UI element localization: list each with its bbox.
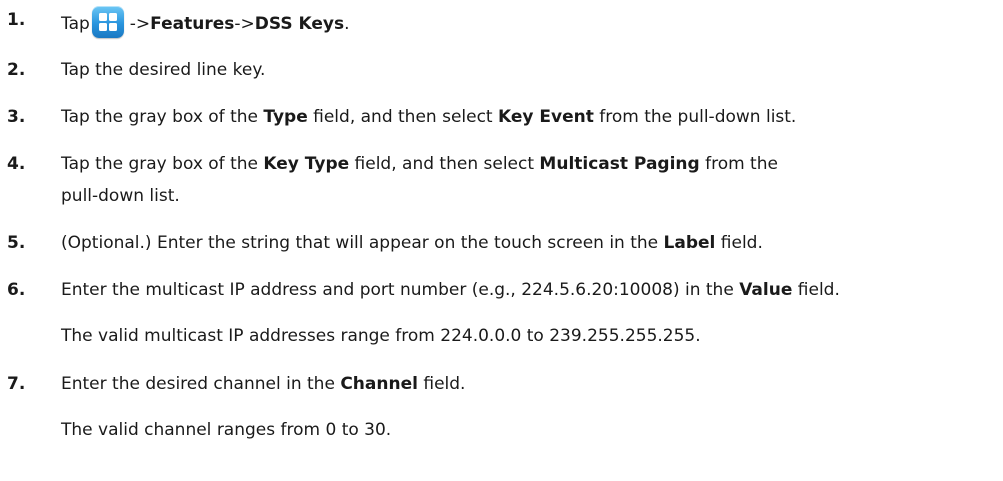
step-text-part: field.	[792, 280, 840, 300]
step-text-part: .	[344, 14, 350, 34]
step-text-part: field.	[715, 233, 763, 253]
field-key-type: Key Type	[263, 154, 350, 174]
step-note: The valid channel ranges from 0 to 30.	[61, 420, 392, 440]
step-text: Tap the desired line key.	[61, 60, 266, 80]
step-text-part: Enter the desired channel in the	[61, 374, 341, 394]
step-text: Tap the gray box of the Key Type field, …	[61, 152, 778, 176]
menu-dss-keys: DSS Keys	[254, 14, 345, 34]
field-type: Type	[263, 107, 308, 127]
field-label: Label	[663, 233, 716, 253]
step-number: 1.	[7, 10, 26, 30]
step-number: 4.	[7, 154, 26, 174]
step-text-part: field, and then select	[307, 107, 499, 127]
option-multicast-paging: Multicast Paging	[539, 154, 700, 174]
step-text-part: field, and then select	[349, 154, 540, 174]
step-number: 6.	[7, 280, 26, 300]
step-text: (Optional.) Enter the string that will a…	[61, 231, 763, 255]
step-text-continuation: pull-down list.	[61, 186, 180, 206]
step-text-part: from the pull-down list.	[593, 107, 797, 127]
step-number: 7.	[7, 374, 26, 394]
step-text-part: Enter the multicast IP address and port …	[61, 280, 740, 300]
field-channel: Channel	[340, 374, 418, 394]
menu-grid-icon	[91, 6, 124, 38]
instruction-steps: 1. Tap ->Features->DSS Keys. 2. Tap the d…	[0, 0, 1003, 481]
step-text: Tap ->Features->DSS Keys.	[61, 6, 350, 40]
step-number: 5.	[7, 233, 26, 253]
step-number: 3.	[7, 107, 26, 127]
step-note: The valid multicast IP addresses range f…	[61, 326, 701, 346]
step-text-part: Tap	[61, 14, 90, 34]
step-text: Enter the multicast IP address and port …	[61, 278, 840, 302]
menu-features: Features	[150, 14, 235, 34]
step-text-part: field.	[417, 374, 466, 394]
arrow-text: ->	[234, 14, 255, 34]
step-text: Tap the gray box of the Type field, and …	[61, 105, 796, 129]
step-number: 2.	[7, 60, 26, 80]
step-text-part: Tap the gray box of the	[61, 107, 264, 127]
option-key-event: Key Event	[498, 107, 594, 127]
field-value: Value	[739, 280, 793, 300]
step-text-part: (Optional.) Enter the string that will a…	[61, 233, 664, 253]
step-text-part: from the	[699, 154, 778, 174]
step-text-part: Tap the gray box of the	[61, 154, 264, 174]
step-text: Enter the desired channel in the Channel…	[61, 372, 465, 396]
arrow-text: ->	[129, 14, 151, 34]
